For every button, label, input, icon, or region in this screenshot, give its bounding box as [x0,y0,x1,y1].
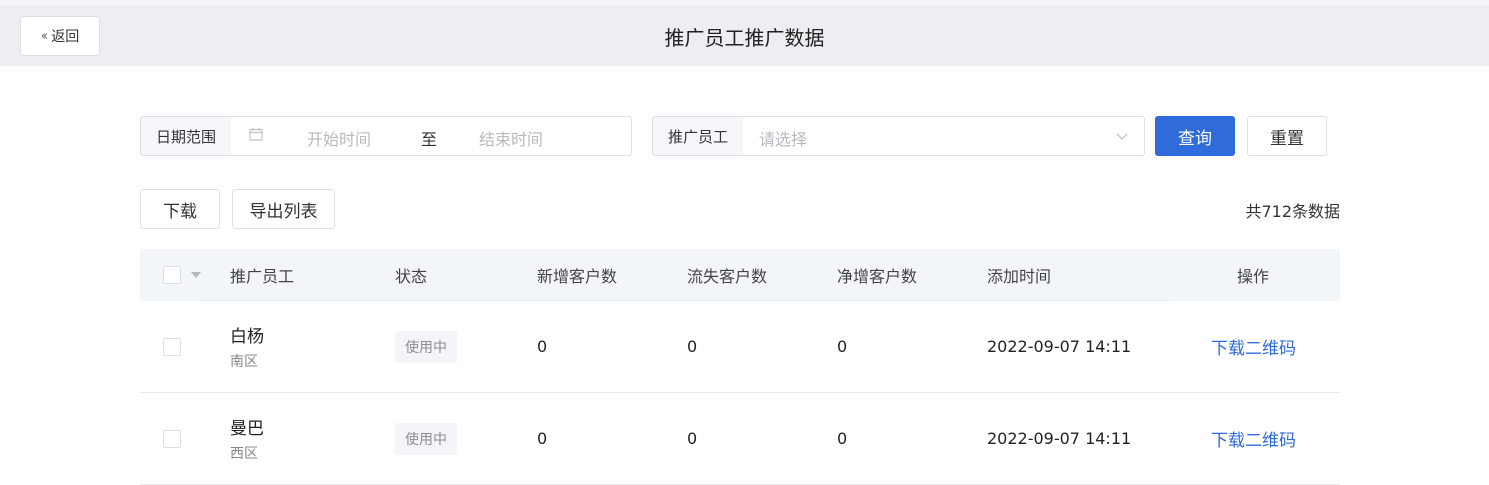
column-header: 操作 [1237,267,1270,286]
employee-name: 白杨 [230,327,264,347]
table-header: 推广员工 状态 新增客户数 流失客户数 净增客户数 添加时间 操作 [140,249,1340,301]
column-header: 流失客户数 [687,267,768,286]
action-cell: 下载二维码 [1211,301,1296,392]
column-header: 状态 [395,267,428,286]
row-select-cell [163,393,181,484]
caret-down-icon[interactable] [191,272,201,278]
column-header: 新增客户数 [537,267,618,286]
column-header: 添加时间 [987,267,1052,286]
select-all-checkbox[interactable] [163,266,181,284]
employee-cell: 曼巴 西区 [230,393,264,484]
new-customers-cell: 0 [537,429,548,448]
status-cell: 使用中 [395,393,457,484]
end-date-input[interactable]: 结束时间 [479,126,543,150]
download-qrcode-link[interactable]: 下载二维码 [1211,426,1296,451]
query-button[interactable]: 查询 [1155,116,1235,156]
row-select-cell [163,301,181,392]
download-qrcode-link[interactable]: 下载二维码 [1211,334,1296,359]
new-customers-cell: 0 [537,337,548,356]
net-customers-cell: 0 [837,429,848,448]
added-time-cell: 2022-09-07 14:11 [987,429,1132,448]
date-range-picker[interactable]: 日期范围 开始时间 至 结束时间 [140,116,632,156]
table-row: 白杨 南区 使用中 0 0 0 2022-09-07 14:11 下载二维码 [140,301,1340,393]
employee-region: 西区 [230,446,258,462]
export-list-button[interactable]: 导出列表 [232,189,335,229]
net-customers-cell: 0 [837,337,848,356]
column-header: 净增客户数 [837,267,918,286]
reset-button[interactable]: 重置 [1247,116,1327,156]
header-select-cell [163,249,201,301]
employee-select[interactable]: 推广员工 请选择 [652,116,1145,156]
status-cell: 使用中 [395,301,457,392]
start-date-input[interactable]: 开始时间 [307,126,371,150]
row-checkbox[interactable] [163,429,181,448]
lost-customers-cell: 0 [687,429,698,448]
total-count: 共712条数据 [1245,202,1340,221]
row-checkbox[interactable] [163,337,181,356]
date-separator: 至 [421,130,438,149]
page-title: 推广员工推广数据 [664,26,825,50]
download-button[interactable]: 下载 [140,189,220,229]
employee-region: 南区 [230,354,258,370]
lost-customers-cell: 0 [687,337,698,356]
action-cell: 下载二维码 [1211,393,1296,484]
data-table: 推广员工 状态 新增客户数 流失客户数 净增客户数 添加时间 操作 白杨 南区 … [140,249,1340,485]
date-range-label: 日期范围 [141,117,231,155]
employee-placeholder: 请选择 [759,130,808,149]
status-badge: 使用中 [395,330,457,363]
added-time-cell: 2022-09-07 14:11 [987,337,1132,356]
employee-label: 推广员工 [653,117,743,155]
table-row: 曼巴 西区 使用中 0 0 0 2022-09-07 14:11 下载二维码 [140,393,1340,485]
status-badge: 使用中 [395,422,457,455]
chevron-down-icon [1116,133,1128,140]
employee-cell: 白杨 南区 [230,301,264,392]
column-header: 推广员工 [230,267,295,286]
employee-name: 曼巴 [230,419,264,439]
calendar-icon [249,128,263,141]
top-bar: ‹‹ 返回 推广员工推广数据 [0,0,1489,66]
